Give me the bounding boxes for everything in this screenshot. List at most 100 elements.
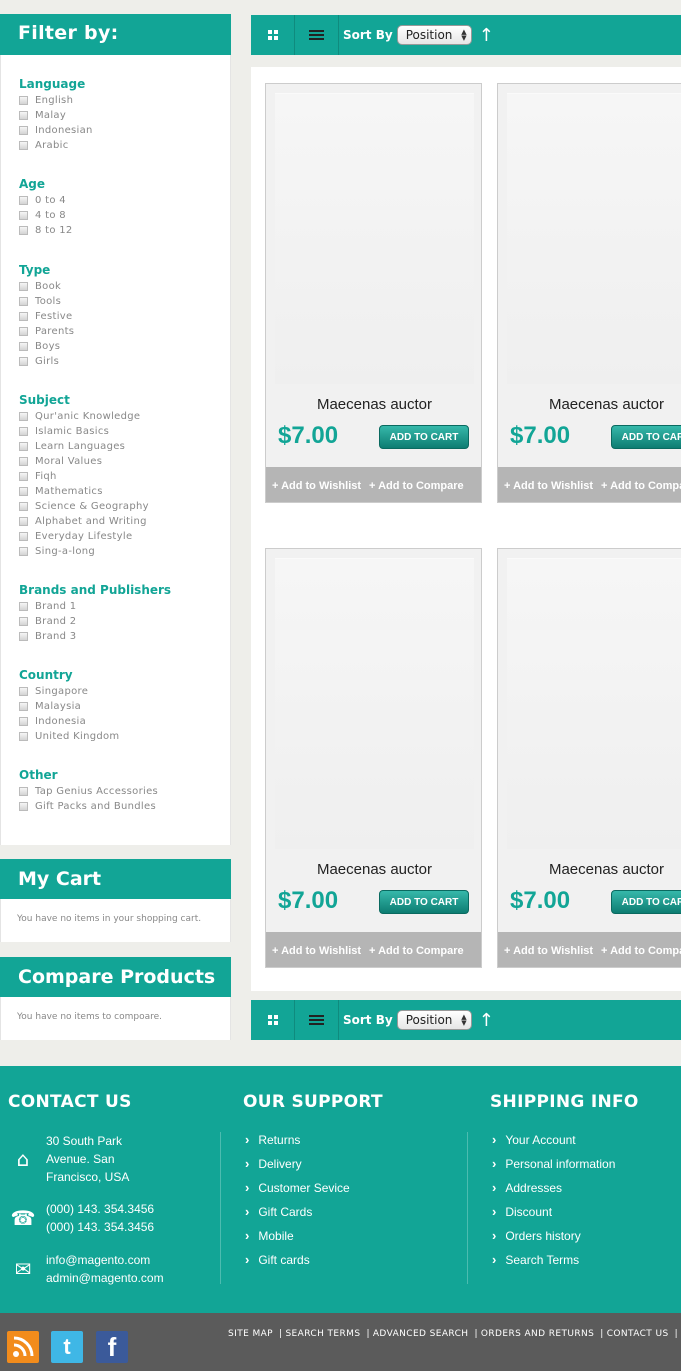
list-view-button[interactable] (295, 15, 339, 55)
filter-option[interactable]: Brand 2 (19, 614, 230, 629)
filter-checkbox[interactable] (19, 211, 28, 220)
sort-direction-arrow-icon[interactable]: ↑ (479, 25, 494, 46)
filter-checkbox[interactable] (19, 717, 28, 726)
add-to-wishlist-link[interactable]: + Add to Wishlist (504, 945, 593, 957)
filter-option[interactable]: Gift Packs and Bundles (19, 799, 230, 814)
twitter-icon[interactable]: t (51, 1331, 83, 1363)
add-to-compare-link[interactable]: + Add to Compare (601, 480, 681, 492)
filter-checkbox[interactable] (19, 96, 28, 105)
filter-checkbox[interactable] (19, 517, 28, 526)
product-name[interactable]: Maecenas auctor (498, 861, 681, 878)
filter-option[interactable]: Brand 1 (19, 599, 230, 614)
filter-checkbox[interactable] (19, 357, 28, 366)
filter-option[interactable]: Sing-a-long (19, 544, 230, 559)
grid-view-button[interactable] (251, 1000, 295, 1040)
filter-checkbox[interactable] (19, 617, 28, 626)
add-to-wishlist-link[interactable]: + Add to Wishlist (272, 480, 361, 492)
product-image[interactable] (507, 93, 681, 384)
filter-checkbox[interactable] (19, 532, 28, 541)
product-name[interactable]: Maecenas auctor (266, 861, 481, 878)
filter-option[interactable]: Tools (19, 294, 230, 309)
product-image[interactable] (507, 558, 681, 849)
rss-icon[interactable] (7, 1331, 39, 1363)
filter-checkbox[interactable] (19, 141, 28, 150)
add-to-cart-button[interactable]: ADD TO CART (379, 425, 469, 449)
list-view-button[interactable] (295, 1000, 339, 1040)
sort-select[interactable]: Position ▲ ▼ (396, 1010, 472, 1030)
footer-link[interactable]: › Delivery (245, 1156, 302, 1171)
email-2[interactable]: admin@magento.com (46, 1269, 164, 1287)
filter-option[interactable]: Islamic Basics (19, 424, 230, 439)
filter-checkbox[interactable] (19, 442, 28, 451)
grid-view-button[interactable] (251, 15, 295, 55)
filter-option[interactable]: Brand 3 (19, 629, 230, 644)
filter-option[interactable]: Everyday Lifestyle (19, 529, 230, 544)
filter-checkbox[interactable] (19, 412, 28, 421)
filter-checkbox[interactable] (19, 487, 28, 496)
footer-link[interactable]: › Gift Cards (245, 1204, 312, 1219)
bottom-link[interactable]: ADVANCED SEARCH (373, 1329, 469, 1339)
footer-link[interactable]: › Discount (492, 1204, 552, 1219)
filter-checkbox[interactable] (19, 297, 28, 306)
footer-link[interactable]: › Customer Sevice (245, 1180, 350, 1195)
filter-checkbox[interactable] (19, 787, 28, 796)
sort-select[interactable]: Position ▲ ▼ (396, 25, 472, 45)
filter-option[interactable]: English (19, 93, 230, 108)
footer-link[interactable]: › Search Terms (492, 1252, 579, 1267)
facebook-icon[interactable]: f (96, 1331, 128, 1363)
product-image[interactable] (275, 93, 474, 384)
filter-option[interactable]: Fiqh (19, 469, 230, 484)
add-to-cart-button[interactable]: ADD TO CART (611, 890, 681, 914)
filter-option[interactable]: Learn Languages (19, 439, 230, 454)
filter-checkbox[interactable] (19, 342, 28, 351)
filter-option[interactable]: United Kingdom (19, 729, 230, 744)
filter-option[interactable]: Boys (19, 339, 230, 354)
footer-link[interactable]: › Returns (245, 1132, 300, 1147)
product-image[interactable] (275, 558, 474, 849)
filter-option[interactable]: Girls (19, 354, 230, 369)
filter-option[interactable]: Indonesia (19, 714, 230, 729)
filter-checkbox[interactable] (19, 502, 28, 511)
filter-option[interactable]: 4 to 8 (19, 208, 230, 223)
filter-checkbox[interactable] (19, 126, 28, 135)
filter-option[interactable]: 0 to 4 (19, 193, 230, 208)
filter-option[interactable]: Qur'anic Knowledge (19, 409, 230, 424)
bottom-link[interactable]: SEARCH TERMS (285, 1329, 360, 1339)
filter-option[interactable]: Malay (19, 108, 230, 123)
filter-option[interactable]: Malaysia (19, 699, 230, 714)
filter-option[interactable]: Festive (19, 309, 230, 324)
product-name[interactable]: Maecenas auctor (266, 396, 481, 413)
filter-option[interactable]: Parents (19, 324, 230, 339)
filter-checkbox[interactable] (19, 196, 28, 205)
add-to-cart-button[interactable]: ADD TO CART (611, 425, 681, 449)
add-to-compare-link[interactable]: + Add to Compare (369, 945, 464, 957)
add-to-cart-button[interactable]: ADD TO CART (379, 890, 469, 914)
filter-option[interactable]: Mathematics (19, 484, 230, 499)
footer-link[interactable]: › Mobile (245, 1228, 294, 1243)
filter-checkbox[interactable] (19, 282, 28, 291)
sort-direction-arrow-icon[interactable]: ↑ (479, 1010, 494, 1031)
filter-checkbox[interactable] (19, 547, 28, 556)
filter-checkbox[interactable] (19, 327, 28, 336)
filter-checkbox[interactable] (19, 226, 28, 235)
filter-checkbox[interactable] (19, 687, 28, 696)
filter-checkbox[interactable] (19, 111, 28, 120)
bottom-link[interactable]: SITE MAP (228, 1329, 273, 1339)
add-to-compare-link[interactable]: + Add to Compare (601, 945, 681, 957)
filter-checkbox[interactable] (19, 427, 28, 436)
filter-checkbox[interactable] (19, 472, 28, 481)
bottom-link[interactable]: CONTACT US (607, 1329, 669, 1339)
filter-checkbox[interactable] (19, 702, 28, 711)
filter-checkbox[interactable] (19, 457, 28, 466)
add-to-wishlist-link[interactable]: + Add to Wishlist (272, 945, 361, 957)
filter-option[interactable]: Science & Geography (19, 499, 230, 514)
filter-option[interactable]: Indonesian (19, 123, 230, 138)
footer-link[interactable]: › Personal information (492, 1156, 615, 1171)
filter-checkbox[interactable] (19, 632, 28, 641)
filter-option[interactable]: Arabic (19, 138, 230, 153)
filter-checkbox[interactable] (19, 602, 28, 611)
footer-link[interactable]: › Your Account (492, 1132, 576, 1147)
filter-option[interactable]: Singapore (19, 684, 230, 699)
filter-option[interactable]: Moral Values (19, 454, 230, 469)
filter-option[interactable]: 8 to 12 (19, 223, 230, 238)
